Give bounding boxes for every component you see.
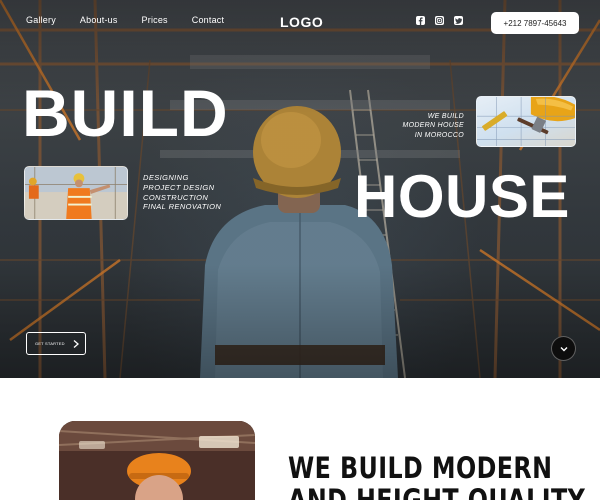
social-links bbox=[416, 16, 463, 25]
about-heading-line: AND HEIGHT QUALITY bbox=[288, 484, 585, 500]
nav-item-prices[interactable]: Prices bbox=[142, 15, 168, 25]
headline-house: HOUSE bbox=[354, 163, 570, 230]
instagram-icon[interactable] bbox=[435, 16, 444, 25]
service-item: PROJECT DESIGN bbox=[143, 182, 215, 192]
services-list: DESIGNING PROJECT DESIGN CONSTRUCTION FI… bbox=[143, 173, 221, 212]
chevron-right-icon bbox=[73, 339, 79, 348]
twitter-icon[interactable] bbox=[454, 16, 463, 25]
service-item: FINAL RENOVATION bbox=[143, 202, 222, 212]
get-started-label: GET STARTED bbox=[35, 341, 65, 346]
headline-build: BUILD bbox=[22, 76, 229, 150]
hero-tagline: WE BUILD MODERN HOUSE IN MOROCCO bbox=[384, 112, 464, 140]
tools-thumbnail-image bbox=[476, 96, 576, 147]
tagline-line: WE BUILD bbox=[427, 113, 464, 120]
about-heading-line: WE BUILD MODERN bbox=[288, 451, 553, 485]
get-started-button[interactable]: GET STARTED bbox=[26, 332, 86, 355]
hero-section: Gallery About-us Prices Contact LOGO +21… bbox=[0, 0, 600, 378]
phone-number-button[interactable]: +212 7897-45643 bbox=[491, 12, 579, 34]
main-nav: Gallery About-us Prices Contact bbox=[26, 15, 224, 25]
worker-thumbnail-image bbox=[24, 166, 128, 220]
nav-item-contact[interactable]: Contact bbox=[192, 15, 224, 25]
nav-item-gallery[interactable]: Gallery bbox=[26, 15, 56, 25]
facebook-icon[interactable] bbox=[416, 16, 425, 25]
service-item: CONSTRUCTION bbox=[143, 192, 209, 202]
nav-item-about-us[interactable]: About-us bbox=[80, 15, 118, 25]
tagline-line: MODERN HOUSE bbox=[402, 122, 464, 130]
chevron-down-icon bbox=[560, 346, 567, 351]
site-logo[interactable]: LOGO bbox=[280, 14, 323, 30]
service-item: DESIGNING bbox=[143, 173, 189, 182]
tagline-line: IN MOROCCO bbox=[414, 131, 464, 139]
scroll-down-button[interactable] bbox=[551, 336, 576, 361]
about-worker-image bbox=[59, 421, 255, 500]
about-heading: WE BUILD MODERN AND HEIGHT QUALITY bbox=[288, 452, 585, 500]
